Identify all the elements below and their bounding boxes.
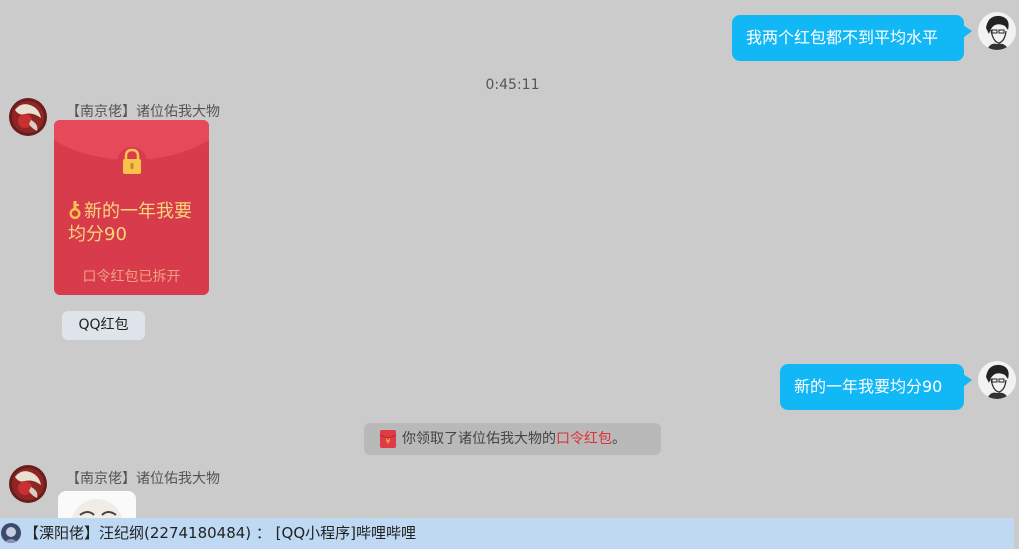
new-message-notification-bar[interactable]: 【溧阳佬】汪纪纲(2274180484) ： [QQ小程序]哔哩哔哩 (0, 518, 1014, 549)
avatar-self[interactable] (978, 361, 1016, 399)
avatar-image-icon (9, 98, 47, 136)
message-timestamp: 0:45:11 (485, 77, 540, 93)
message-text: 我两个红包都不到平均水平 (746, 28, 939, 47)
system-notice-prefix: 你领取了诸位佑我大物的 (402, 431, 556, 447)
system-notice-suffix: 。 (612, 431, 626, 447)
red-envelope-icon: ¥ (380, 430, 396, 448)
sender-name: 【南京佬】诸位佑我大物 (66, 104, 220, 120)
notification-text: 【溧阳佬】汪纪纲(2274180484) ： [QQ小程序]哔哩哔哩 (24, 524, 416, 542)
sender-name: 【南京佬】诸位佑我大物 (66, 471, 220, 487)
system-notice: ¥ 你领取了诸位佑我大物的口令红包。 (364, 423, 661, 455)
sketch-portrait-icon (978, 361, 1016, 399)
red-packet-card[interactable]: 新的一年我要均分90 口令红包已拆开 (54, 120, 209, 295)
red-packet-status: 口令红包已拆开 (82, 269, 181, 285)
sketch-portrait-icon (978, 12, 1016, 50)
red-packet-title: 新的一年我要均分90 (68, 200, 208, 246)
avatar-liyang (1, 523, 21, 543)
avatar-self[interactable] (978, 12, 1016, 50)
svg-text:¥: ¥ (385, 437, 390, 446)
avatar-image-icon (1, 523, 21, 543)
lock-icon (117, 147, 147, 177)
red-packet-link[interactable]: 口令红包 (556, 431, 612, 447)
avatar-nanjing[interactable] (9, 465, 47, 503)
key-icon (69, 201, 81, 219)
avatar-image-icon (9, 465, 47, 503)
red-packet-source-tag: QQ红包 (62, 311, 145, 340)
outgoing-message-bubble[interactable]: 新的一年我要均分90 (780, 364, 972, 410)
red-packet-title-text: 新的一年我要均分90 (68, 201, 192, 245)
message-text: 新的一年我要均分90 (794, 377, 943, 396)
outgoing-message-bubble[interactable]: 我两个红包都不到平均水平 (732, 15, 972, 61)
avatar-nanjing[interactable] (9, 98, 47, 136)
